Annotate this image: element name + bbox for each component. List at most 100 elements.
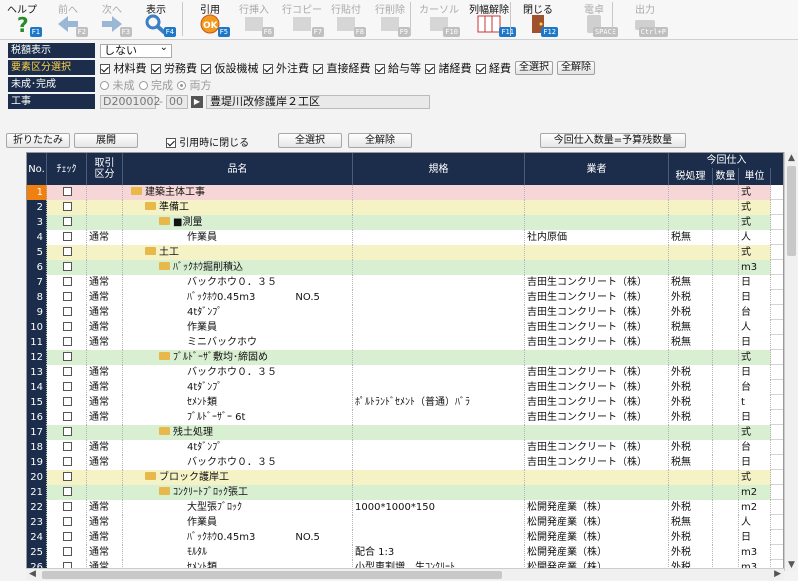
status-radio[interactable]: [100, 81, 109, 90]
category-select-all-button[interactable]: 全選択: [515, 60, 553, 75]
row-check-cell[interactable]: [47, 410, 87, 425]
fold-button[interactable]: 折りたたみ: [6, 133, 70, 148]
row-check-cell[interactable]: [47, 335, 87, 350]
horizontal-scroll-thumb[interactable]: [42, 571, 502, 579]
project-lookup-icon[interactable]: ▶: [190, 95, 203, 108]
folder-icon[interactable]: [145, 472, 156, 480]
row-check-cell[interactable]: [47, 545, 87, 560]
row-checkbox[interactable]: [63, 306, 72, 316]
row-checkbox[interactable]: [63, 351, 72, 361]
select-all-button[interactable]: 全選択: [278, 133, 342, 148]
row-check-cell[interactable]: [47, 245, 87, 260]
row-checkbox[interactable]: [63, 546, 72, 556]
row-check-cell[interactable]: [47, 200, 87, 215]
folder-icon[interactable]: [145, 202, 156, 210]
row-check-cell[interactable]: [47, 440, 87, 455]
row-checkbox[interactable]: [63, 276, 72, 286]
status-radio[interactable]: [138, 81, 148, 90]
row-qty[interactable]: [713, 470, 739, 485]
row-checkbox[interactable]: [63, 441, 72, 451]
table-row[interactable]: 18 通常 4tﾀﾞﾝﾌﾟ 吉田生コンクリート（株） 外税 台: [27, 440, 783, 455]
category-checkbox[interactable]: [262, 63, 273, 74]
table-row[interactable]: 14 通常 4tﾀﾞﾝﾌﾟ 吉田生コンクリート（株） 外税 台: [27, 380, 783, 395]
status-radio[interactable]: [177, 81, 186, 90]
toolbar-button-calculator[interactable]: 電卓 SPACE: [570, 0, 618, 40]
row-qty[interactable]: [713, 365, 739, 380]
row-qty[interactable]: [713, 290, 739, 305]
vertical-scrollbar[interactable]: ▲ ▼: [784, 152, 797, 571]
category-checkbox[interactable]: [374, 63, 385, 74]
close-on-quote-option[interactable]: 引用時に閉じる: [166, 134, 249, 149]
toolbar-button-row-delete[interactable]: 行削除 F9: [370, 0, 410, 40]
row-checkbox[interactable]: [63, 426, 72, 436]
row-qty[interactable]: [713, 545, 739, 560]
table-row[interactable]: 9 通常 4tﾀﾞﾝﾌﾟ 吉田生コンクリート（株） 外税 台: [27, 305, 783, 320]
table-row[interactable]: 13 通常 バックホウ０．３５ 吉田生コンクリート（株） 外税 日: [27, 365, 783, 380]
row-checkbox[interactable]: [63, 366, 72, 376]
row-checkbox[interactable]: [63, 471, 72, 481]
tax-display-select[interactable]: しない: [100, 42, 172, 58]
row-check-cell[interactable]: [47, 365, 87, 380]
category-option[interactable]: 材料費: [100, 60, 147, 76]
table-row[interactable]: 25 通常 ﾓﾙﾀﾙ 配合 1:3 松開発産業（株） 外税 m3: [27, 545, 783, 560]
row-check-cell[interactable]: [47, 320, 87, 335]
toolbar-button-arrow-left[interactable]: 前へ F2: [48, 0, 88, 40]
toolbar-button-column-width[interactable]: 列幅解除 F11: [462, 0, 516, 40]
close-on-quote-checkbox[interactable]: [166, 138, 176, 148]
table-row[interactable]: 19 通常 バックホウ０．３５ 吉田生コンクリート（株） 税無 日: [27, 455, 783, 470]
table-row[interactable]: 7 通常 バックホウ０．３５ 吉田生コンクリート（株） 税無 日: [27, 275, 783, 290]
category-option[interactable]: 諸経費: [425, 60, 472, 76]
row-check-cell[interactable]: [47, 215, 87, 230]
table-row[interactable]: 6 ﾊﾞｯｸﾎｳ掘削積込 m3: [27, 260, 783, 275]
row-qty[interactable]: [713, 185, 739, 200]
row-checkbox[interactable]: [63, 531, 72, 541]
category-option[interactable]: 外注費: [262, 60, 309, 76]
row-checkbox[interactable]: [63, 246, 72, 256]
table-row[interactable]: 8 通常 ﾊﾞｯｸﾎｳ0.45m3 NO.5 吉田生コンクリート（株） 外税 日: [27, 290, 783, 305]
row-qty[interactable]: [713, 245, 739, 260]
category-clear-all-button[interactable]: 全解除: [557, 60, 595, 75]
row-qty[interactable]: [713, 335, 739, 350]
category-checkbox[interactable]: [313, 63, 323, 74]
table-row[interactable]: 21 ｺﾝｸﾘｰﾄﾌﾞﾛｯｸ張工 m2: [27, 485, 783, 500]
row-checkbox[interactable]: [63, 501, 72, 511]
row-qty[interactable]: [713, 500, 739, 515]
table-row[interactable]: 4 通常 作業員 社内原価 税無 人: [27, 230, 783, 245]
scroll-left-icon[interactable]: ◀: [29, 569, 36, 579]
category-checkbox[interactable]: [201, 63, 211, 74]
toolbar-button-quote[interactable]: 引用 OK F5: [190, 0, 230, 40]
toolbar-button-printer[interactable]: 出力 Ctrl+P: [622, 0, 668, 40]
category-checkbox[interactable]: [150, 63, 161, 74]
row-checkbox[interactable]: [63, 291, 72, 301]
scroll-right-icon[interactable]: ▶: [774, 569, 781, 579]
row-check-cell[interactable]: [47, 350, 87, 365]
row-qty[interactable]: [713, 230, 739, 245]
vertical-scroll-thumb[interactable]: [787, 166, 796, 256]
row-qty[interactable]: [713, 275, 739, 290]
folder-icon[interactable]: [131, 187, 142, 195]
row-check-cell[interactable]: [47, 185, 87, 200]
table-row[interactable]: 23 通常 作業員 松開発産業（株） 税無 人: [27, 515, 783, 530]
scroll-up-icon[interactable]: ▲: [788, 153, 795, 163]
row-qty[interactable]: [713, 320, 739, 335]
row-check-cell[interactable]: [47, 530, 87, 545]
row-checkbox[interactable]: [63, 261, 72, 271]
row-qty[interactable]: [713, 515, 739, 530]
toolbar-button-help[interactable]: ヘルプ? F1: [2, 0, 42, 40]
row-check-cell[interactable]: [47, 380, 87, 395]
table-row[interactable]: 22 通常 大型張ﾌﾞﾛｯｸ 1000*1000*150 松開発産業（株） 外税 m2: [27, 500, 783, 515]
status-option[interactable]: 両方: [177, 77, 212, 93]
row-qty[interactable]: [713, 350, 739, 365]
row-qty[interactable]: [713, 530, 739, 545]
table-row[interactable]: 16 通常 ﾌﾞﾙﾄﾞｰｻﾞｰ 6t 吉田生コンクリート（株） 外税 日: [27, 410, 783, 425]
table-row[interactable]: 20 ブロック護岸工 式: [27, 470, 783, 485]
row-check-cell[interactable]: [47, 230, 87, 245]
category-option[interactable]: 給与等: [374, 60, 421, 76]
expand-button[interactable]: 展開: [74, 133, 138, 148]
row-checkbox[interactable]: [63, 411, 72, 421]
table-row[interactable]: 3 ■測量 式: [27, 215, 783, 230]
row-check-cell[interactable]: [47, 275, 87, 290]
table-row[interactable]: 5 土工 式: [27, 245, 783, 260]
row-checkbox[interactable]: [63, 216, 72, 226]
folder-icon[interactable]: [159, 217, 170, 225]
